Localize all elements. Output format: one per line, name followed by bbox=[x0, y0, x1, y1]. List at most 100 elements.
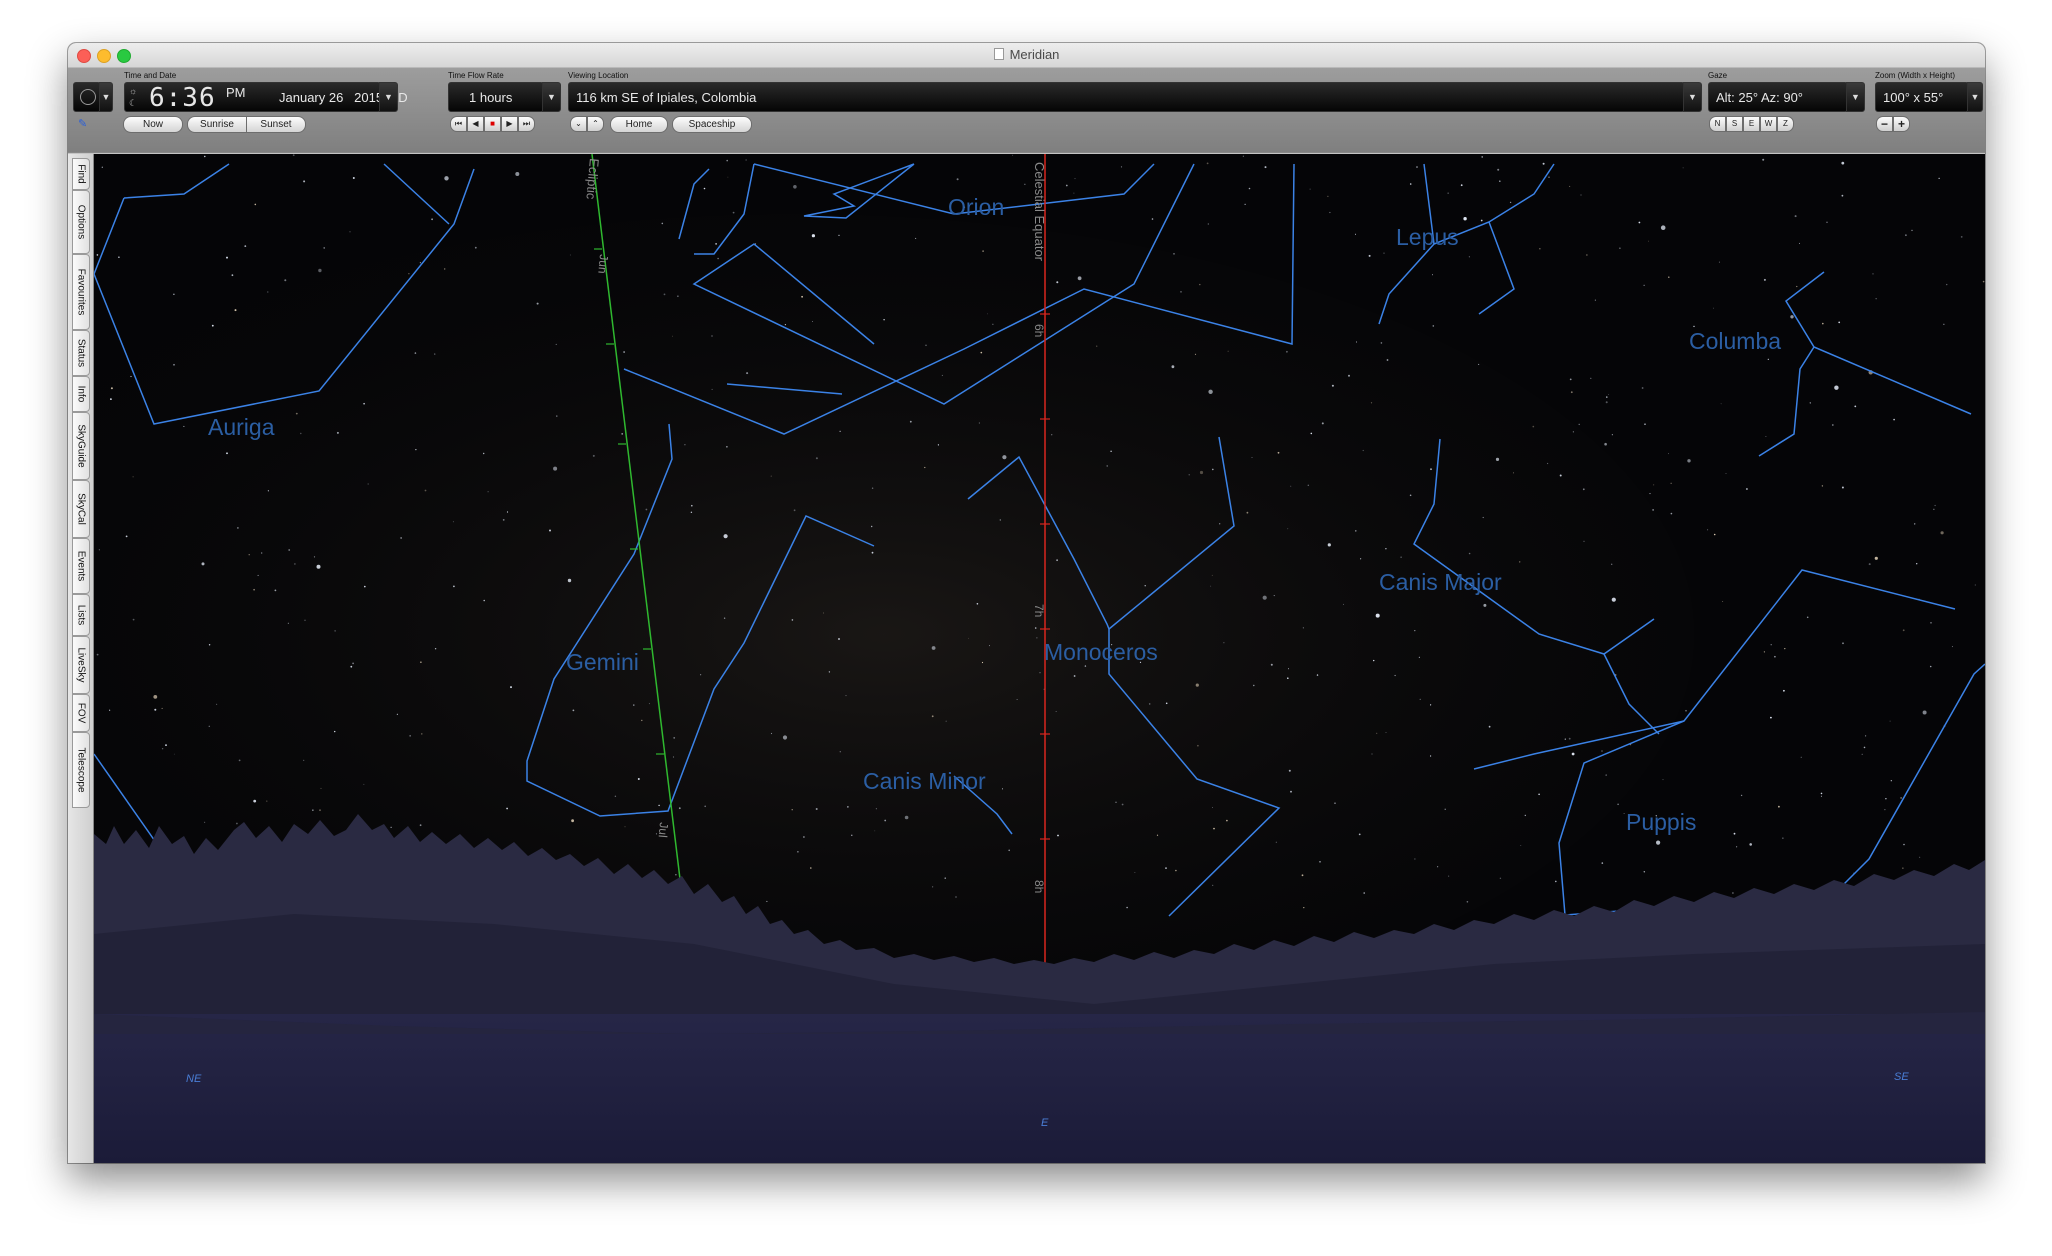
location-dropdown[interactable]: ▼ bbox=[1683, 82, 1702, 112]
star bbox=[1863, 746, 1866, 749]
sunrise-button[interactable]: Sunrise bbox=[187, 116, 247, 133]
star bbox=[931, 715, 934, 718]
tab-livesky[interactable]: LiveSky bbox=[72, 636, 90, 694]
fast-rewind-button[interactable]: ⏮ bbox=[450, 116, 467, 132]
tab-skyguide[interactable]: SkyGuide bbox=[72, 412, 90, 480]
star bbox=[999, 519, 1001, 521]
zoom-value: 100° x 55° bbox=[1883, 90, 1944, 105]
label-canis-major[interactable]: Canis Major bbox=[1379, 569, 1502, 596]
star bbox=[1223, 642, 1225, 644]
star bbox=[838, 638, 840, 640]
tab-label: LiveSky bbox=[75, 647, 87, 683]
star bbox=[815, 808, 818, 810]
star bbox=[1765, 436, 1767, 437]
gaze-field[interactable]: Alt: 25° Az: 90° bbox=[1708, 82, 1848, 112]
zoom-in-button[interactable]: + bbox=[1893, 116, 1910, 132]
label-lepus[interactable]: Lepus bbox=[1396, 224, 1459, 251]
mode-button[interactable] bbox=[73, 82, 101, 112]
sunset-button[interactable]: Sunset bbox=[246, 116, 306, 133]
tab-lists[interactable]: Lists bbox=[72, 594, 90, 636]
label-monoceros[interactable]: Monoceros bbox=[1044, 639, 1158, 666]
toolbar: ▼ Time and Date ☼ ☾ 6:36 PM January 26 2… bbox=[68, 68, 1985, 154]
gaze-north-button[interactable]: N bbox=[1709, 116, 1726, 132]
zoom-out-button[interactable]: − bbox=[1876, 116, 1893, 132]
star bbox=[839, 751, 841, 753]
star bbox=[641, 719, 643, 722]
sky-canvas[interactable]: Ecliptic Jun Jul Celestial Equator 6h 7h… bbox=[94, 154, 1985, 1163]
time-date-display[interactable]: ☼ ☾ 6:36 PM January 26 2015 AD bbox=[124, 82, 408, 113]
stop-button[interactable]: ■ bbox=[484, 116, 501, 132]
star bbox=[909, 420, 912, 423]
star bbox=[1842, 642, 1844, 645]
tab-skycal[interactable]: SkyCal bbox=[72, 480, 90, 538]
step-back-button[interactable]: ◀ bbox=[467, 116, 484, 132]
star bbox=[1656, 840, 1661, 845]
gaze-label: Gaze bbox=[1708, 71, 1728, 80]
label-gemini[interactable]: Gemini bbox=[566, 649, 639, 676]
location-down-button[interactable]: ⌄ bbox=[570, 116, 587, 132]
star bbox=[320, 787, 322, 789]
star bbox=[874, 830, 876, 832]
star bbox=[1736, 846, 1738, 848]
flow-rate-select[interactable]: 1 hours bbox=[448, 82, 544, 112]
location-up-button[interactable]: ⌃ bbox=[587, 116, 604, 132]
step-forward-button[interactable]: ▶ bbox=[501, 116, 518, 132]
star bbox=[726, 446, 728, 448]
gaze-east-button[interactable]: E bbox=[1743, 116, 1760, 132]
star bbox=[1316, 674, 1319, 676]
star bbox=[1488, 725, 1491, 728]
label-puppis[interactable]: Puppis bbox=[1626, 809, 1696, 836]
flow-rate-dropdown[interactable]: ▼ bbox=[542, 82, 561, 112]
star bbox=[1943, 323, 1945, 325]
tab-find[interactable]: Find bbox=[72, 158, 90, 190]
star bbox=[367, 483, 369, 485]
star bbox=[1418, 656, 1420, 658]
star bbox=[316, 564, 321, 569]
zoom-dropdown[interactable]: ▼ bbox=[1967, 82, 1983, 112]
compass-se: SE bbox=[1894, 1071, 1909, 1083]
home-button[interactable]: Home bbox=[610, 116, 668, 133]
label-canis-minor[interactable]: Canis Minor bbox=[863, 768, 986, 795]
now-button[interactable]: Now bbox=[123, 116, 183, 133]
spaceship-button[interactable]: Spaceship bbox=[672, 116, 752, 133]
star bbox=[1594, 299, 1596, 301]
tab-status[interactable]: Status bbox=[72, 330, 90, 376]
star bbox=[1960, 236, 1963, 238]
star bbox=[110, 398, 112, 400]
label-columba[interactable]: Columba bbox=[1689, 328, 1781, 355]
gaze-zenith-button[interactable]: Z bbox=[1777, 116, 1794, 132]
star bbox=[1437, 866, 1439, 868]
star bbox=[1376, 732, 1378, 734]
gaze-dropdown[interactable]: ▼ bbox=[1846, 82, 1865, 112]
star bbox=[663, 293, 666, 296]
star bbox=[161, 707, 163, 709]
tab-info[interactable]: Info bbox=[72, 376, 90, 412]
star bbox=[303, 180, 306, 183]
star bbox=[1720, 403, 1722, 405]
star bbox=[1307, 484, 1310, 486]
tab-options[interactable]: Options bbox=[72, 190, 90, 254]
star bbox=[506, 511, 509, 513]
mode-dropdown[interactable]: ▼ bbox=[99, 82, 113, 112]
star bbox=[1363, 892, 1365, 894]
sky-view[interactable]: Ecliptic Jun Jul Celestial Equator 6h 7h… bbox=[94, 154, 1985, 1163]
fast-forward-button[interactable]: ⏭ bbox=[518, 116, 535, 132]
tab-telescope[interactable]: Telescope bbox=[72, 732, 90, 808]
tab-fov[interactable]: FOV bbox=[72, 694, 90, 732]
pin-icon[interactable]: ✎ bbox=[78, 117, 87, 130]
gaze-west-button[interactable]: W bbox=[1760, 116, 1777, 132]
label-auriga[interactable]: Auriga bbox=[208, 414, 274, 441]
globe-icon bbox=[80, 89, 96, 105]
tab-favourites[interactable]: Favourites bbox=[72, 254, 90, 330]
star bbox=[793, 185, 797, 189]
star bbox=[414, 352, 417, 354]
star bbox=[571, 819, 574, 823]
label-orion[interactable]: Orion bbox=[948, 194, 1004, 221]
star bbox=[313, 556, 316, 558]
zoom-field[interactable]: 100° x 55° bbox=[1875, 82, 1969, 112]
star bbox=[254, 203, 257, 206]
gaze-south-button[interactable]: S bbox=[1726, 116, 1743, 132]
viewing-location-field[interactable]: 116 km SE of Ipiales, Colombia bbox=[568, 82, 1685, 112]
tab-events[interactable]: Events bbox=[72, 538, 90, 594]
time-date-dropdown[interactable]: ▼ bbox=[379, 82, 398, 112]
